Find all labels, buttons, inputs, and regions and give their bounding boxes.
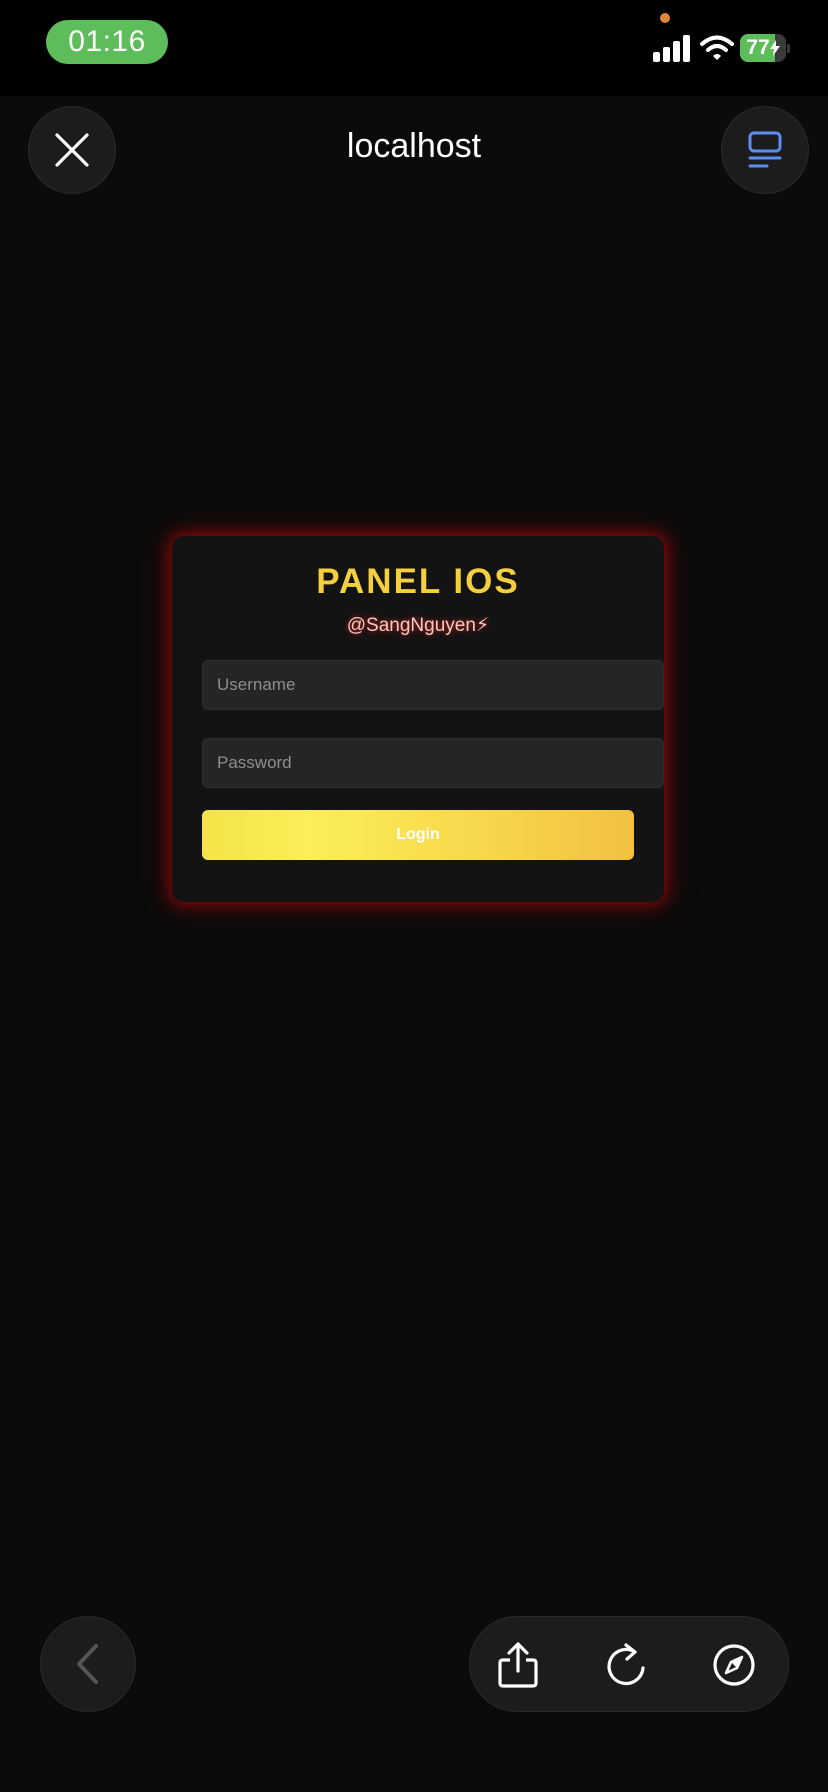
panel-handle: @SangNguyen⚡ — [346, 615, 490, 636]
charging-bolt-icon — [769, 40, 780, 56]
close-button[interactable] — [28, 106, 116, 194]
status-bar: 01:16 77 — [0, 0, 828, 96]
signal-icon — [653, 35, 690, 62]
battery-icon: 77 — [740, 34, 790, 62]
wifi-icon — [700, 35, 734, 60]
share-icon — [498, 1642, 538, 1688]
reload-icon — [607, 1643, 645, 1686]
panel-title: PANEL IOS — [316, 562, 520, 601]
privacy-indicator-dot — [660, 13, 670, 23]
close-icon — [55, 133, 89, 167]
username-input[interactable] — [202, 660, 664, 710]
battery-body: 77 — [740, 34, 786, 62]
chevron-left-icon — [77, 1644, 98, 1684]
battery-percent: 77 — [746, 36, 770, 59]
login-button[interactable]: Login — [202, 810, 634, 860]
battery-text: 77 — [740, 34, 786, 62]
tabs-icon — [748, 131, 782, 168]
back-button[interactable] — [40, 1616, 136, 1712]
compass-icon — [713, 1644, 755, 1686]
reload-button[interactable] — [598, 1637, 654, 1693]
status-time[interactable]: 01:16 — [46, 20, 168, 64]
login-card: PANEL IOS @SangNguyen⚡ Login — [172, 536, 664, 902]
screen: 01:16 77 localhost PANEL IOS @SangNguyen… — [0, 0, 828, 1792]
browser-toolbar — [469, 1616, 789, 1712]
share-button[interactable] — [490, 1637, 546, 1693]
password-input[interactable] — [202, 738, 664, 788]
page-url-title[interactable]: localhost — [214, 122, 614, 170]
battery-cap — [787, 44, 790, 53]
tabs-button[interactable] — [721, 106, 809, 194]
compass-button[interactable] — [706, 1637, 762, 1693]
